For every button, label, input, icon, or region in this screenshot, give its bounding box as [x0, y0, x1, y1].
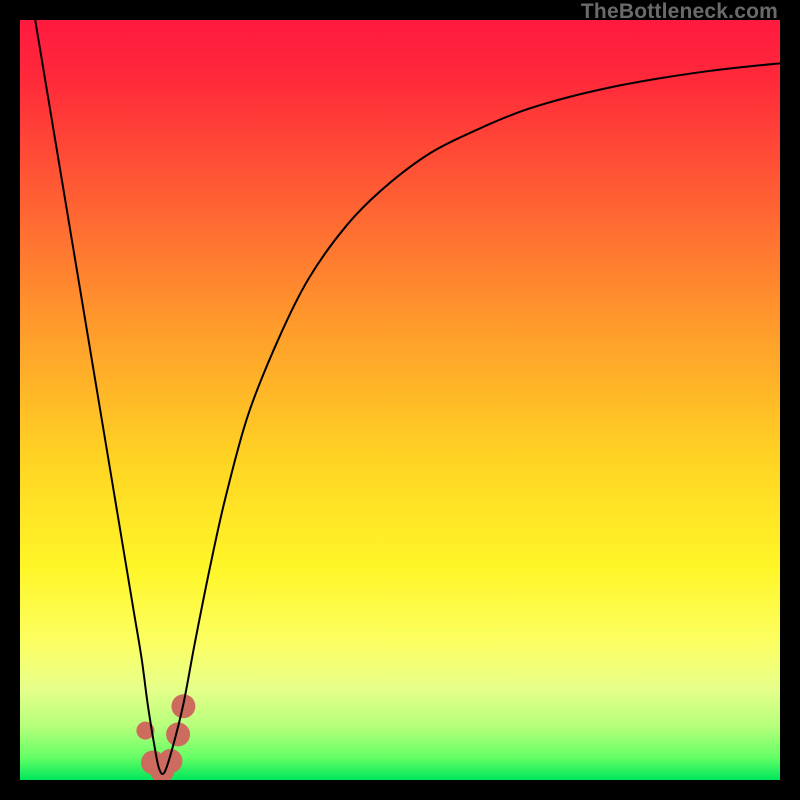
plot-area — [20, 20, 780, 780]
chart-frame: TheBottleneck.com — [0, 0, 800, 800]
watermark-text: TheBottleneck.com — [581, 0, 778, 24]
chart-svg — [20, 20, 780, 780]
gradient-background — [20, 20, 780, 780]
